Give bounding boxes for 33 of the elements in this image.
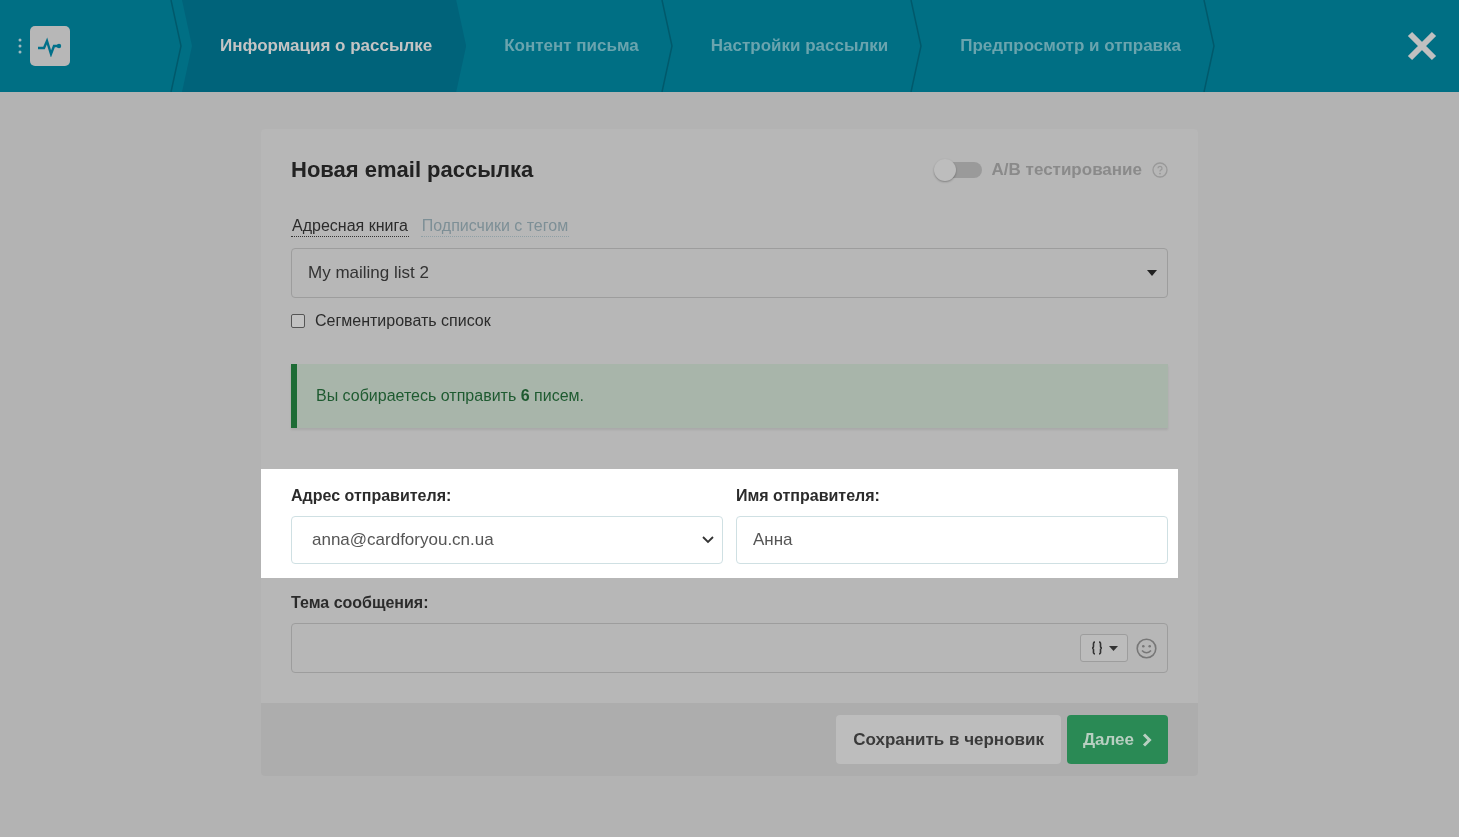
wizard-step-tab[interactable]: Предпросмотр и отправка [922, 0, 1215, 92]
field-label: Имя отправителя: [736, 487, 881, 505]
variables-dropdown-button[interactable] [1080, 634, 1128, 662]
subject-field[interactable] [291, 623, 1168, 673]
card-title: Новая email рассылка [291, 157, 534, 183]
field-label: Адрес отправителя: [291, 487, 453, 505]
ab-test-toggle[interactable] [935, 162, 982, 178]
source-tab[interactable]: Адресная книга [291, 217, 409, 237]
chevron-right-icon [1142, 732, 1152, 747]
menu-icon[interactable] [18, 38, 22, 54]
sender-name-field[interactable]: Анна [736, 516, 1168, 564]
caret-icon [1108, 645, 1118, 651]
wizard-step-tab[interactable]: Информация о рассылке [182, 0, 467, 92]
wizard-step-tab[interactable]: Контент письма [466, 0, 673, 92]
step-separator-icon [910, 0, 923, 92]
field-label: Тема сообщения: [291, 594, 430, 612]
segment-label: Сегментировать список [315, 312, 491, 330]
braces-icon [1090, 641, 1103, 655]
mailing-list-select[interactable]: My mailing list 2 [291, 248, 1168, 298]
segment-checkbox[interactable] [291, 314, 305, 328]
alert-text: Вы собираетесь отправить 6 писем. [316, 387, 584, 405]
next-button[interactable]: Далее [1066, 715, 1168, 764]
step-separator-icon [1203, 0, 1215, 92]
wizard-step-tab[interactable]: Настройки рассылки [672, 0, 923, 92]
save-draft-button[interactable]: Сохранить в черновик [836, 715, 1061, 764]
caret-icon [1147, 270, 1157, 276]
step-separator-icon [170, 0, 182, 92]
pulse-logo-icon[interactable] [30, 26, 70, 66]
close-icon [1407, 31, 1437, 61]
sender-address-select[interactable]: anna@cardforyou.cn.ua [291, 516, 723, 564]
chevron-down-icon [702, 536, 714, 544]
step-separator-icon [660, 0, 673, 92]
emoji-icon[interactable] [1136, 637, 1157, 659]
